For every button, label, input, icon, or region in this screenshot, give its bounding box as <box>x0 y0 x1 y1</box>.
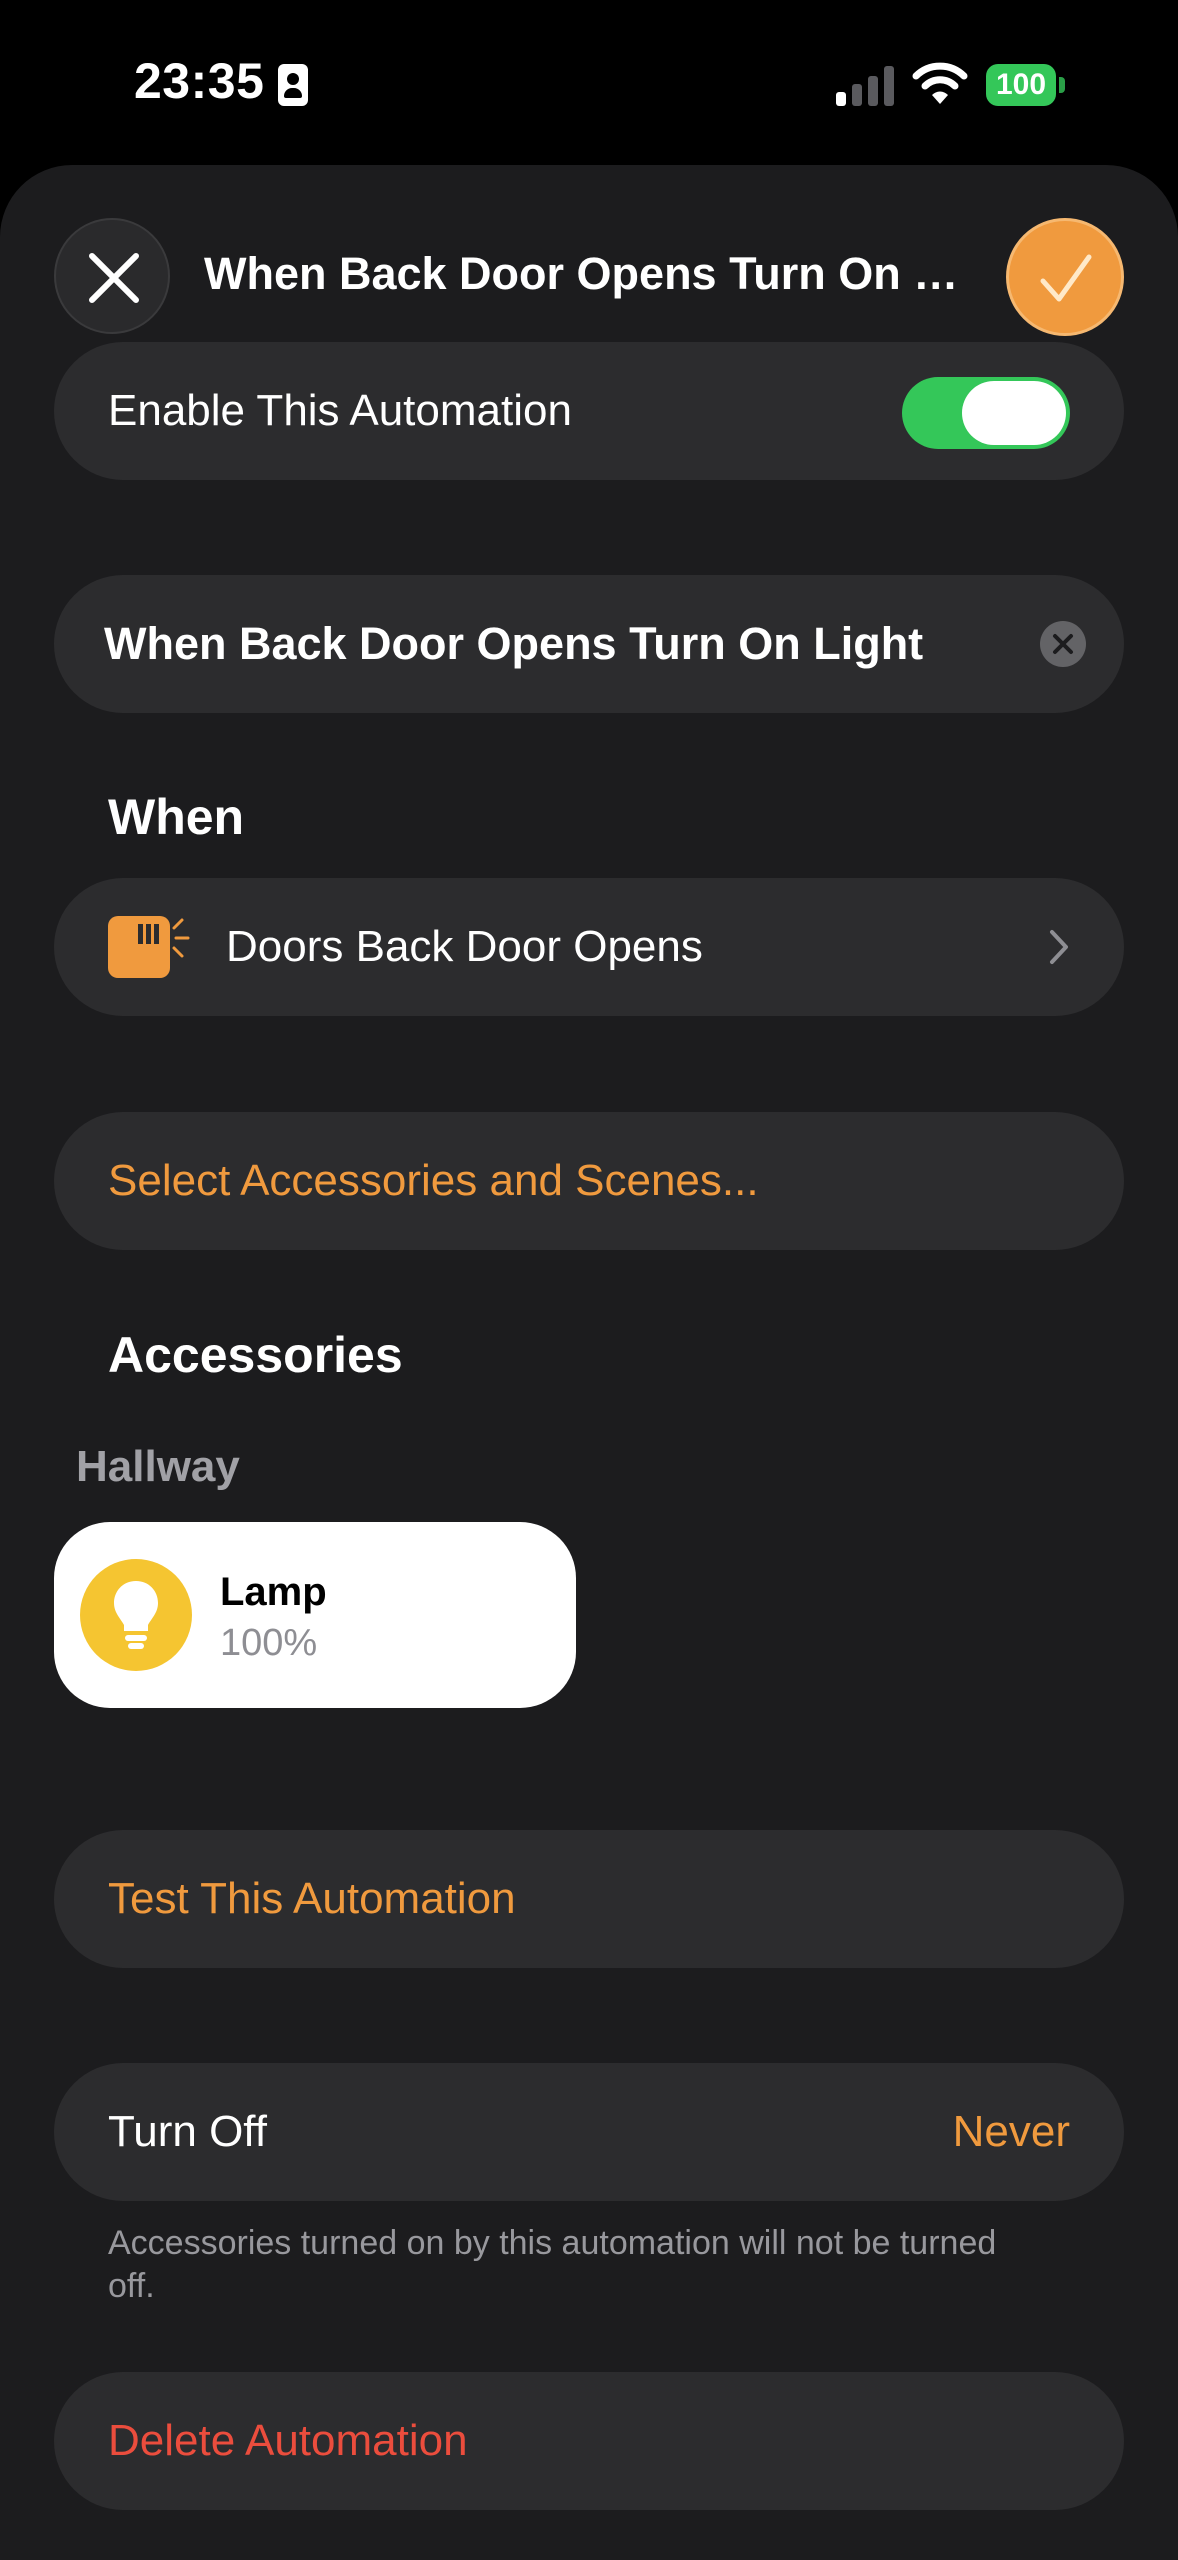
accessory-tile-lamp[interactable]: Lamp 100% <box>54 1522 576 1708</box>
automation-name-field[interactable]: When Back Door Opens Turn On Light <box>54 575 1124 713</box>
contact-card-icon <box>278 64 308 106</box>
chevron-right-icon <box>1050 930 1068 964</box>
trigger-label: Doors Back Door Opens <box>226 922 703 971</box>
battery-level: 100 <box>986 64 1056 106</box>
enable-automation-toggle[interactable] <box>902 377 1070 449</box>
delete-automation-label: Delete Automation <box>108 2416 468 2465</box>
enable-automation-row: Enable This Automation <box>54 342 1124 480</box>
page-title: When Back Door Opens Turn On Li... <box>204 248 984 299</box>
battery-indicator: 100 <box>986 64 1066 106</box>
accessories-heading: Accessories <box>108 1327 403 1383</box>
checkmark-icon <box>1040 254 1092 302</box>
cellular-signal-icon <box>836 66 894 106</box>
select-accessories-label: Select Accessories and Scenes... <box>108 1156 759 1205</box>
toggle-knob <box>962 381 1066 445</box>
status-time: 23:35 <box>134 53 265 109</box>
test-automation-button[interactable]: Test This Automation <box>54 1830 1124 1968</box>
turn-off-label: Turn Off <box>108 2107 267 2156</box>
turn-off-note: Accessories turned on by this automation… <box>108 2224 997 2305</box>
select-accessories-button[interactable]: Select Accessories and Scenes... <box>54 1112 1124 1250</box>
close-icon <box>89 253 139 303</box>
done-button[interactable] <box>1006 218 1124 336</box>
room-label: Hallway <box>76 1442 240 1491</box>
automation-name-value: When Back Door Opens Turn On Light <box>104 618 924 669</box>
accessory-name: Lamp <box>220 1570 327 1614</box>
wifi-icon <box>912 60 968 106</box>
door-sensor-icon <box>108 916 190 978</box>
close-button[interactable] <box>54 218 170 334</box>
test-automation-label: Test This Automation <box>108 1874 516 1923</box>
clear-text-icon[interactable] <box>1040 621 1086 667</box>
enable-automation-label: Enable This Automation <box>108 386 572 435</box>
when-heading: When <box>108 789 245 845</box>
turn-off-value: Never <box>952 2107 1070 2156</box>
trigger-row[interactable]: Doors Back Door Opens <box>54 878 1124 1016</box>
delete-automation-button[interactable]: Delete Automation <box>54 2372 1124 2510</box>
accessory-level: 100% <box>220 1622 318 1664</box>
turn-off-row[interactable]: Turn Off Never <box>54 2063 1124 2201</box>
lightbulb-icon <box>80 1559 192 1671</box>
